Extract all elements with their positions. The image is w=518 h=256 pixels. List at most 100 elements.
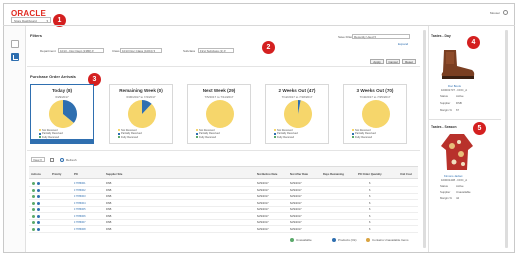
po-link[interactable]: 17786005 [74, 208, 86, 211]
arrival-card-legend: Not Received Partially Received Fully Rece… [274, 129, 298, 139]
workspace-select[interactable]: Store Dashboard ▾ [11, 17, 51, 23]
legend-swatch [274, 129, 276, 132]
po-link[interactable]: 17786001 [74, 182, 86, 185]
user-menu[interactable]: Mouser [490, 11, 500, 15]
arrival-card[interactable]: Remaining Week (0) 6/30/2017 to 7/4/2017 N… [109, 84, 173, 144]
po-link[interactable]: 17786004 [74, 202, 86, 205]
status-icon[interactable] [32, 188, 35, 192]
footer-legend-contains: Contains Unavailable Items [372, 238, 409, 242]
arrival-card[interactable]: Next Week (29) 7/5/2017 to 7/11/2017 Not R… [187, 84, 251, 144]
not-before-date-cell: 6/29/2017 [257, 221, 269, 224]
legend-label: Fully Received [121, 135, 139, 139]
details-icon[interactable] [37, 182, 40, 185]
arrival-card-title: 3 Weeks Out (70) [356, 88, 394, 93]
department-select[interactable]: 1013 - Doc Dept (1380) ▾ [58, 48, 104, 53]
view-menu[interactable]: View ▾ [31, 157, 45, 162]
po-link[interactable]: 17786006 [74, 215, 86, 218]
products-ok-icon [332, 238, 336, 242]
not-before-date-cell: 6/29/2017 [257, 188, 269, 192]
arrival-card[interactable]: Today (8) 6/29/2017 Not Received Partially … [30, 84, 94, 144]
not-before-date-cell: 6/29/2017 [257, 182, 269, 185]
supplier-site-cell: DSB [106, 221, 112, 224]
header-divider [3, 25, 515, 26]
not-after-date-cell: 6/29/2017 [290, 214, 302, 218]
column-header[interactable]: Actions [31, 173, 41, 176]
status-icon[interactable] [32, 208, 35, 211]
supplier-site-cell: DSB [106, 208, 112, 211]
chevron-down-icon: ▾ [46, 19, 48, 23]
expand-link[interactable]: Expand [398, 42, 408, 46]
details-icon[interactable] [37, 188, 40, 192]
status-icon[interactable] [32, 214, 35, 218]
not-before-date-cell: 6/29/2017 [257, 227, 269, 231]
column-header[interactable]: Supplier Site [106, 173, 122, 176]
legend-swatch [118, 132, 120, 135]
po-link[interactable]: 17786007 [74, 221, 86, 224]
column-header[interactable]: PO [74, 173, 78, 176]
po-link[interactable]: 17786002 [74, 189, 86, 192]
column-header[interactable]: PO Order Quantity [358, 173, 382, 176]
table-row[interactable]: 17786003 DSB 6/29/2017 6/29/2017 6 [29, 194, 418, 200]
arrival-card[interactable]: 3 Weeks Out (70) 7/19/2017 to 7/25/2017 No… [343, 84, 407, 144]
column-header[interactable]: Unit Cost [400, 173, 412, 176]
order-quantity-cell: 6 [369, 208, 371, 211]
po-link[interactable]: 17786003 [74, 195, 86, 198]
details-icon[interactable] [37, 208, 40, 211]
cancel-button[interactable]: Cancel [386, 59, 400, 64]
reset-button[interactable]: Reset [402, 59, 416, 64]
status-icon[interactable] [32, 195, 35, 198]
legend-swatch [118, 136, 120, 139]
main-scrollbar[interactable] [423, 30, 426, 248]
refresh-label[interactable]: Refresh [66, 158, 77, 162]
detach-icon[interactable] [50, 158, 54, 162]
supplier-site-cell: DSB [106, 227, 112, 231]
column-header[interactable]: Priority [52, 173, 61, 176]
table-row[interactable]: 17786007 DSB 6/29/2017 6/29/2017 6 [29, 220, 418, 226]
side-panel-divider [428, 26, 429, 252]
legend-label: Fully Received [355, 135, 373, 139]
column-header[interactable]: Days Remaining [323, 173, 344, 176]
class-select[interactable]: 1013 Doc Class (1004) ▾ [120, 48, 162, 53]
boot-image [441, 50, 475, 79]
table-row[interactable]: 17786006 DSB 6/29/2017 6/29/2017 6 [29, 214, 418, 220]
side-card2-v3: 44 [456, 196, 460, 200]
legend-swatch [196, 129, 198, 132]
details-icon[interactable] [37, 201, 40, 205]
status-icon[interactable] [32, 227, 35, 231]
supplier-site-cell: DSB [106, 182, 112, 185]
table-row[interactable]: 17786005 DSB 6/29/2017 6/29/2017 6 [29, 207, 418, 213]
saved-search-select[interactable]: Recently Used ▾ [352, 34, 410, 39]
status-icon[interactable] [32, 221, 35, 224]
column-header[interactable]: Not Before Date [257, 173, 277, 176]
table-row[interactable]: 17786002 DSB 6/29/2017 6/29/2017 6 [29, 188, 418, 194]
dashboard-icon[interactable] [11, 53, 19, 61]
details-icon[interactable] [37, 221, 40, 224]
po-link[interactable]: 17786008 [74, 228, 86, 231]
details-icon[interactable] [37, 227, 40, 231]
legend-swatch [39, 136, 41, 139]
details-icon[interactable] [37, 195, 40, 198]
tasks-icon[interactable] [11, 40, 19, 48]
table-row[interactable]: 17786001 DSB 6/29/2017 6/29/2017 6 [29, 181, 418, 187]
refresh-icon[interactable] [60, 158, 64, 162]
legend-swatch [274, 136, 276, 139]
class-label: Class [112, 49, 120, 53]
selected-card-indicator [31, 139, 93, 143]
subclass-select[interactable]: First Subclass (1) ▾ [198, 48, 234, 53]
arrival-card[interactable]: 2 Weeks Out (47) 7/12/2017 to 7/18/2017 No… [265, 84, 329, 144]
arrival-card-title: Next Week (29) [202, 88, 236, 93]
side-card2-v2: Unavailable [456, 190, 471, 194]
not-after-date-cell: 6/29/2017 [290, 208, 302, 211]
apply-button[interactable]: Apply [370, 59, 384, 64]
side-scrollbar[interactable] [505, 30, 508, 248]
side-card2-k2: Supplier [440, 190, 451, 194]
not-after-date-cell: 6/29/2017 [290, 227, 302, 231]
column-header[interactable]: Not After Date [290, 173, 308, 176]
details-icon[interactable] [37, 214, 40, 218]
gear-icon[interactable] [503, 10, 508, 15]
status-icon[interactable] [32, 182, 35, 185]
table-row[interactable]: 17786004 DSB 6/29/2017 6/29/2017 6 [29, 201, 418, 207]
footer-legend-products: Products (Ok) [338, 238, 357, 242]
table-row[interactable]: 17786008 DSB 6/29/2017 6/29/2017 6 [29, 227, 418, 233]
status-icon[interactable] [32, 201, 35, 205]
